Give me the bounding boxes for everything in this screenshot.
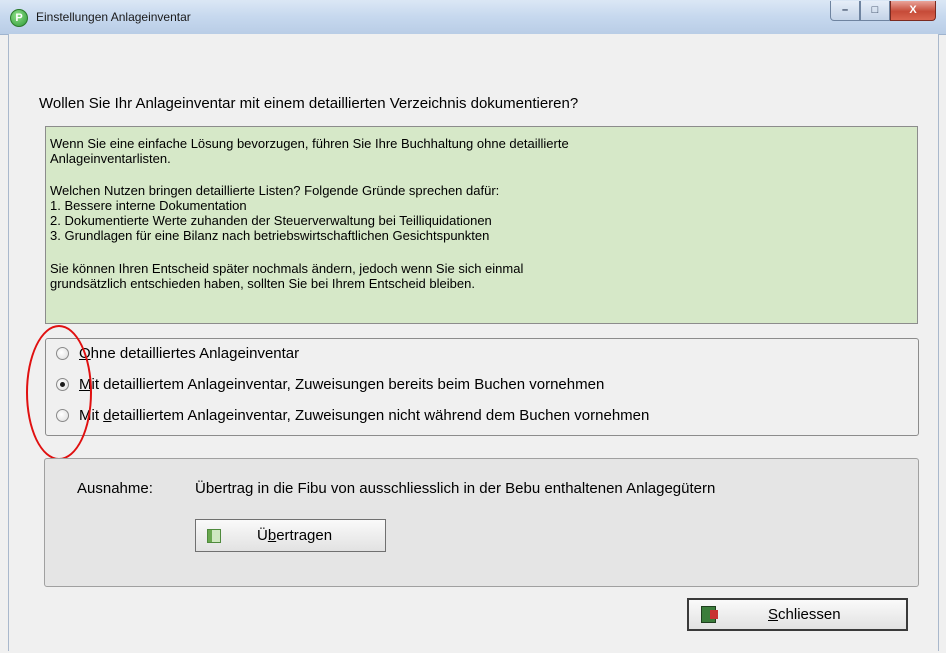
info-line: 3. Grundlagen für eine Bilanz nach betri… <box>50 228 490 243</box>
option-label[interactable]: Mit detailliertem Anlageinventar, Zuweis… <box>79 407 649 424</box>
title-bar[interactable]: P Einstellungen Anlageinventar – □ X <box>0 0 946 35</box>
info-line: Anlageinventarlisten. <box>50 151 171 166</box>
info-line: 2. Dokumentierte Werte zuhanden der Steu… <box>50 213 492 228</box>
minimize-button[interactable]: – <box>830 1 860 21</box>
info-line: grundsätzlich entschieden haben, sollten… <box>50 276 475 291</box>
inventory-option-group: Ohne detailliertes Anlageinventar Mit de… <box>45 338 919 436</box>
close-window-button[interactable]: X <box>890 1 936 21</box>
exit-arrow-icon <box>710 610 718 619</box>
option-assign-not-while-booking[interactable]: Mit detailliertem Anlageinventar, Zuweis… <box>56 407 649 424</box>
window-title: Einstellungen Anlageinventar <box>36 10 191 24</box>
question-text: Wollen Sie Ihr Anlageinventar mit einem … <box>39 95 579 112</box>
info-box: Wenn Sie eine einfache Lösung bevorzugen… <box>45 126 918 324</box>
maximize-button[interactable]: □ <box>860 1 890 21</box>
option-label[interactable]: Mit detailliertem Anlageinventar, Zuweis… <box>79 376 604 393</box>
annotation-ellipse <box>26 325 92 460</box>
option-assign-while-booking[interactable]: Mit detailliertem Anlageinventar, Zuweis… <box>56 376 604 393</box>
exception-description: Übertrag in die Fibu von ausschliesslich… <box>195 480 716 497</box>
transfer-icon <box>207 529 221 543</box>
close-button-label: Schliessen <box>768 606 841 623</box>
info-line: 1. Bessere interne Dokumentation <box>50 198 247 213</box>
option-label[interactable]: Ohne detailliertes Anlageinventar <box>79 345 299 362</box>
transfer-button[interactable]: Übertragen <box>195 519 386 552</box>
exception-label: Ausnahme: <box>77 480 153 497</box>
settings-window: P Einstellungen Anlageinventar – □ X Wol… <box>0 0 946 653</box>
exception-panel <box>44 458 919 587</box>
info-line: Welchen Nutzen bringen detaillierte List… <box>50 183 500 198</box>
close-button[interactable]: Schliessen <box>687 598 908 631</box>
info-line: Wenn Sie eine einfache Lösung bevorzugen… <box>50 136 569 151</box>
transfer-button-label: Übertragen <box>257 527 333 544</box>
option-without-inventory[interactable]: Ohne detailliertes Anlageinventar <box>56 345 299 362</box>
window-controls: – □ X <box>830 1 936 21</box>
info-line: Sie können Ihren Entscheid später nochma… <box>50 261 524 276</box>
app-icon: P <box>10 9 28 27</box>
